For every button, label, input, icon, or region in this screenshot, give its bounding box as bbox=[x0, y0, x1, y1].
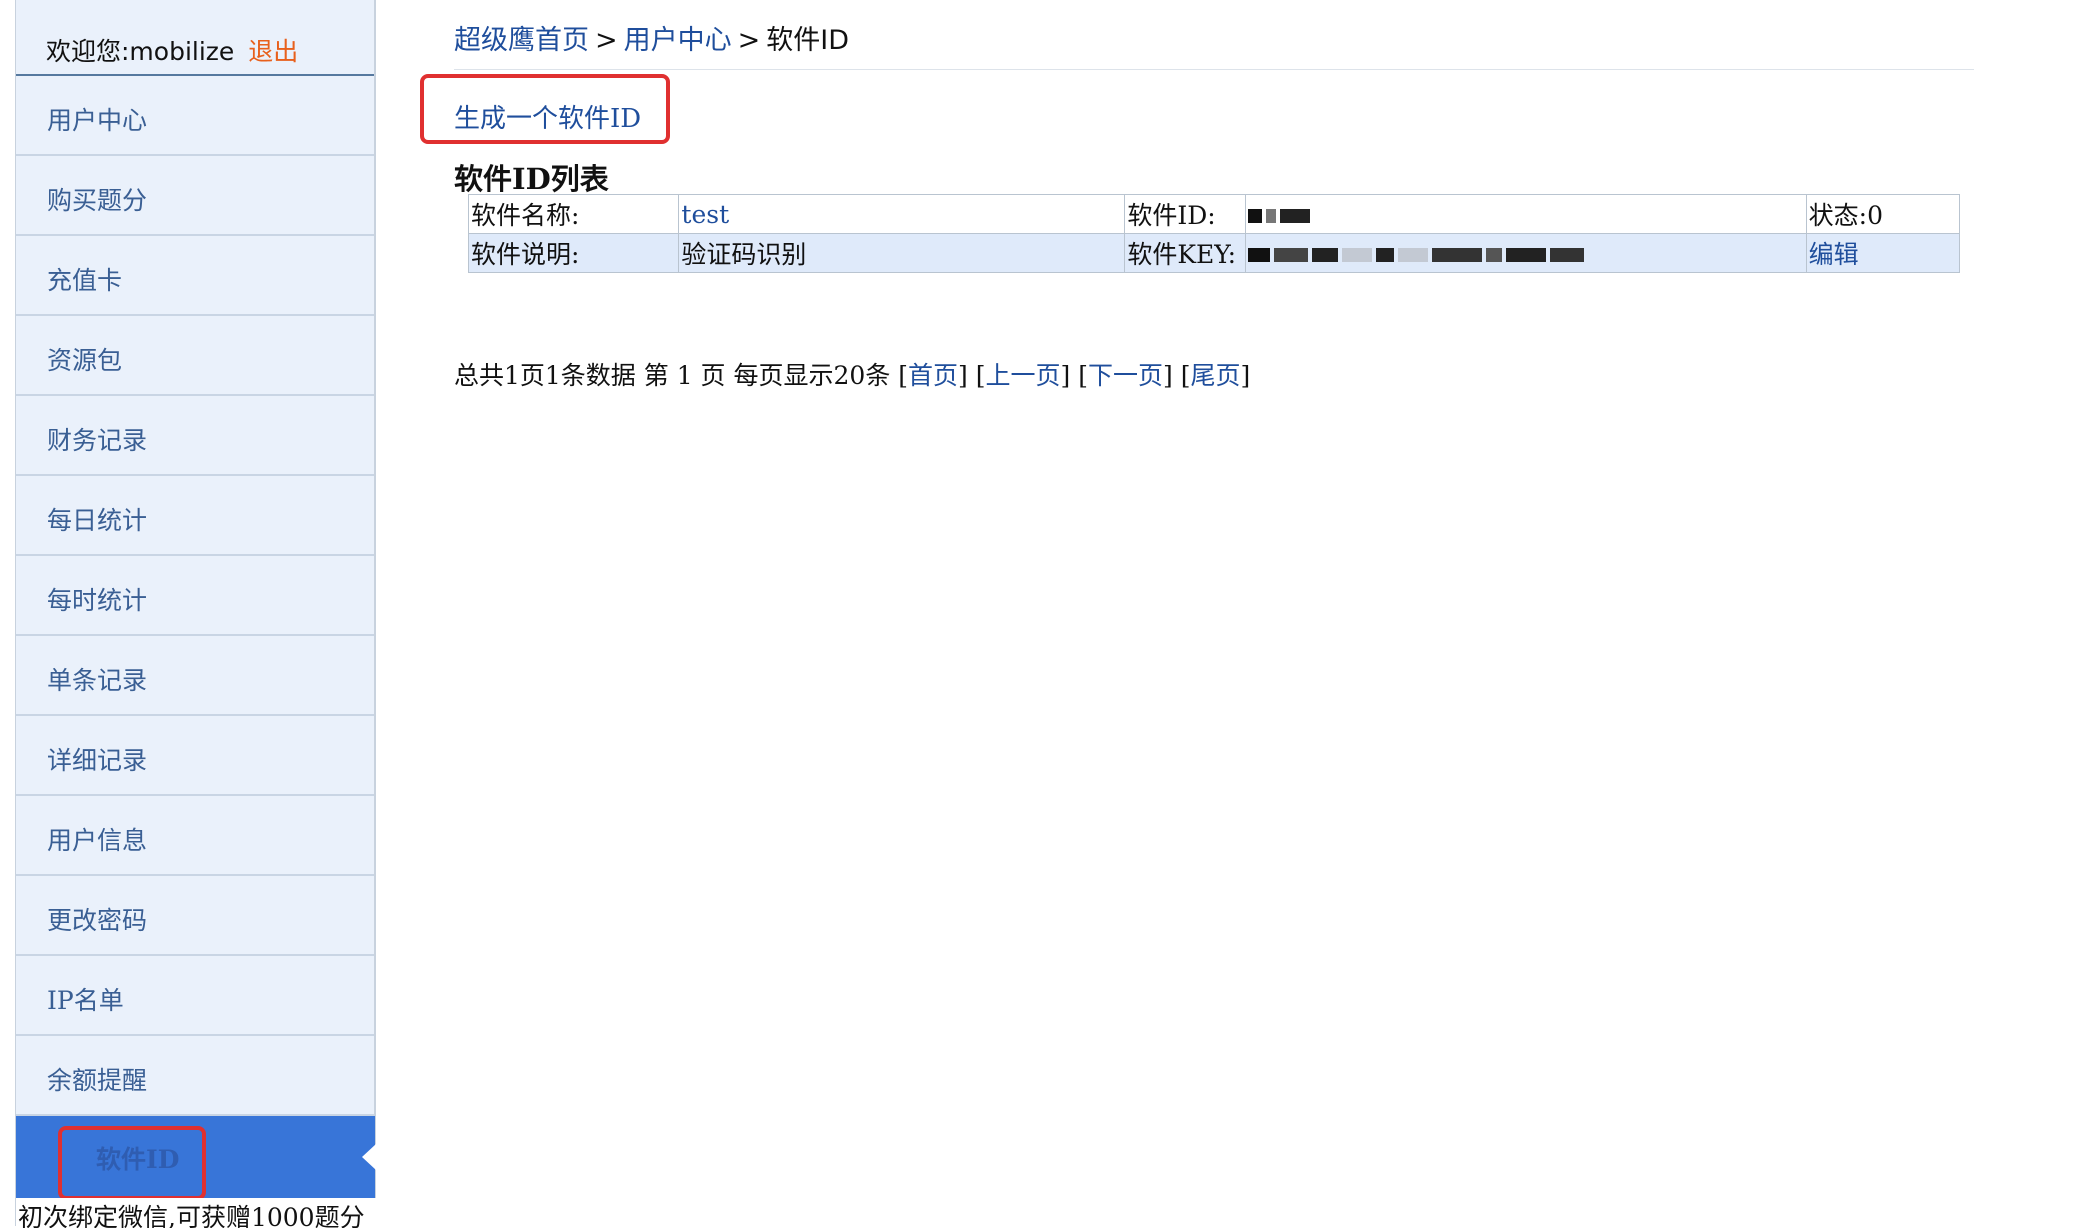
active-indicator-arrow-icon bbox=[362, 1144, 376, 1170]
software-status: 状态:0 bbox=[1805, 194, 1961, 234]
pagination-summary: 总共1页1条数据 第 1 页 每页显示20条 bbox=[454, 361, 891, 390]
redacted-mark bbox=[1549, 248, 1584, 262]
software-id-label: 软件ID: bbox=[1124, 194, 1246, 234]
welcome-bar: 欢迎您:mobilize 退出 bbox=[16, 0, 374, 76]
sidebar: 欢迎您:mobilize 退出 用户中心 购买题分 充值卡 资源包 财务记录 每日… bbox=[15, 0, 377, 1228]
table-row: 软件说明: 验证码识别 软件KEY: 编辑 bbox=[467, 233, 1961, 273]
welcome-text: 欢迎您:mobilize bbox=[46, 37, 235, 66]
breadcrumb: 超级鹰首页 > 用户中心 > 软件ID bbox=[454, 18, 1974, 70]
redacted-mark bbox=[1505, 248, 1546, 262]
sidebar-item-resource-pack[interactable]: 资源包 bbox=[16, 316, 374, 396]
redacted-mark bbox=[1247, 248, 1270, 262]
software-table: 软件名称: test 软件ID: 状态:0 软件说明: 验证码识别 软件KEY:… bbox=[467, 194, 1961, 273]
generate-software-id-button[interactable]: 生成一个软件ID bbox=[454, 98, 641, 135]
promo-text: 初次绑定微信,可获赠1000题分 bbox=[16, 1198, 377, 1228]
software-desc-label: 软件说明: bbox=[467, 233, 680, 273]
redacted-mark bbox=[1311, 248, 1338, 262]
software-list-title: 软件ID列表 bbox=[454, 162, 609, 196]
sidebar-item-hourly-stats[interactable]: 每时统计 bbox=[16, 556, 374, 636]
software-name-link[interactable]: test bbox=[681, 200, 729, 229]
sidebar-item-buy-points[interactable]: 购买题分 bbox=[16, 156, 374, 236]
sidebar-item-user-info[interactable]: 用户信息 bbox=[16, 796, 374, 876]
redacted-mark bbox=[1273, 248, 1308, 262]
redacted-mark bbox=[1279, 209, 1310, 223]
pagination-first-link[interactable]: 首页 bbox=[908, 361, 958, 390]
sidebar-item-finance-records[interactable]: 财务记录 bbox=[16, 396, 374, 476]
sidebar-item-change-password[interactable]: 更改密码 bbox=[16, 876, 374, 956]
sidebar-item-recharge-card[interactable]: 充值卡 bbox=[16, 236, 374, 316]
software-name-label: 软件名称: bbox=[467, 194, 680, 234]
edit-software-link[interactable]: 编辑 bbox=[1809, 240, 1859, 269]
software-id-value-redacted bbox=[1244, 194, 1807, 234]
edit-cell: 编辑 bbox=[1805, 233, 1961, 273]
breadcrumb-separator: > bbox=[737, 25, 761, 56]
table-row: 软件名称: test 软件ID: 状态:0 bbox=[467, 194, 1961, 234]
breadcrumb-user-center-link[interactable]: 用户中心 bbox=[624, 25, 732, 56]
sidebar-item-user-center[interactable]: 用户中心 bbox=[16, 76, 374, 156]
logout-link[interactable]: 退出 bbox=[248, 37, 298, 66]
software-key-label: 软件KEY: bbox=[1124, 233, 1246, 273]
pagination: 总共1页1条数据 第 1 页 每页显示20条 [首页] [上一页] [下一页] … bbox=[454, 361, 1251, 390]
redacted-mark bbox=[1397, 248, 1428, 262]
redacted-mark bbox=[1247, 209, 1262, 223]
highlight-box-sidebar bbox=[58, 1126, 206, 1200]
redacted-mark bbox=[1375, 248, 1394, 262]
redacted-mark bbox=[1265, 209, 1276, 223]
sidebar-item-balance-alert[interactable]: 余额提醒 bbox=[16, 1036, 374, 1116]
sidebar-item-ip-list[interactable]: IP名单 bbox=[16, 956, 374, 1036]
pagination-prev-link[interactable]: 上一页 bbox=[986, 361, 1061, 390]
redacted-mark bbox=[1431, 248, 1482, 262]
breadcrumb-home-link[interactable]: 超级鹰首页 bbox=[454, 25, 589, 56]
breadcrumb-current: 软件ID bbox=[766, 25, 850, 56]
redacted-mark bbox=[1341, 248, 1372, 262]
sidebar-item-detailed-records[interactable]: 详细记录 bbox=[16, 716, 374, 796]
software-name-value: test bbox=[678, 194, 1126, 234]
pagination-last-link[interactable]: 尾页 bbox=[1190, 361, 1240, 390]
software-desc-value: 验证码识别 bbox=[678, 233, 1126, 273]
sidebar-item-daily-stats[interactable]: 每日统计 bbox=[16, 476, 374, 556]
redacted-mark bbox=[1485, 248, 1502, 262]
pagination-next-link[interactable]: 下一页 bbox=[1088, 361, 1163, 390]
sidebar-item-single-records[interactable]: 单条记录 bbox=[16, 636, 374, 716]
breadcrumb-separator: > bbox=[595, 25, 618, 56]
software-key-value-redacted bbox=[1244, 233, 1807, 273]
